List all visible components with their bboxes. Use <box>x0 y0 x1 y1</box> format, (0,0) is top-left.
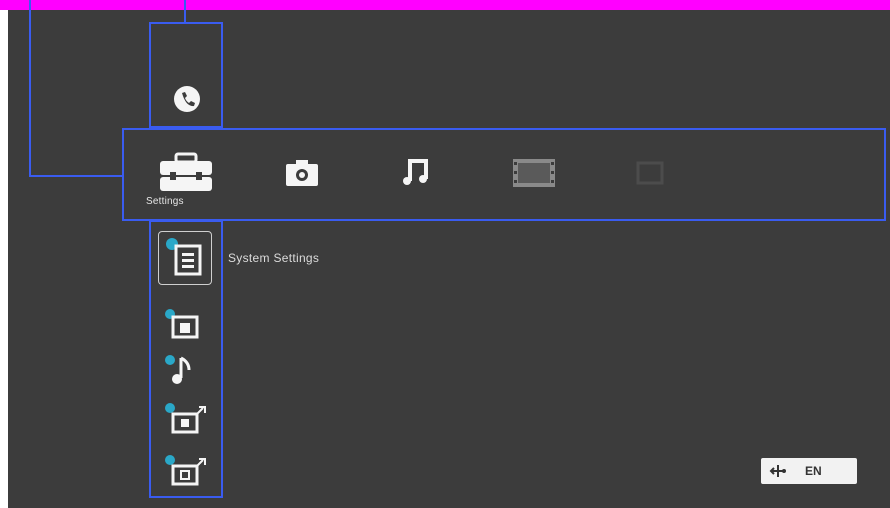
tv-menu-screen <box>8 10 890 508</box>
system-settings-icon[interactable] <box>164 236 204 278</box>
language-code: EN <box>805 464 822 478</box>
camera-icon[interactable] <box>285 159 319 187</box>
film-icon[interactable] <box>512 158 556 188</box>
top-magenta-bar <box>0 0 890 10</box>
toolbox-icon[interactable] <box>158 152 214 192</box>
video-settings-icon[interactable] <box>163 401 207 435</box>
photo-settings-icon[interactable] <box>163 307 203 341</box>
tv-icon[interactable] <box>636 160 664 186</box>
music-settings-icon[interactable] <box>163 352 203 388</box>
music-note-icon[interactable] <box>400 157 430 187</box>
system-settings-label: System Settings <box>228 251 320 265</box>
language-indicator: EN <box>761 458 857 484</box>
phone-icon[interactable] <box>173 85 201 113</box>
tv-settings-icon[interactable] <box>163 453 207 487</box>
top-menu-settings-label: Settings <box>146 196 184 207</box>
usb-icon <box>769 463 787 479</box>
